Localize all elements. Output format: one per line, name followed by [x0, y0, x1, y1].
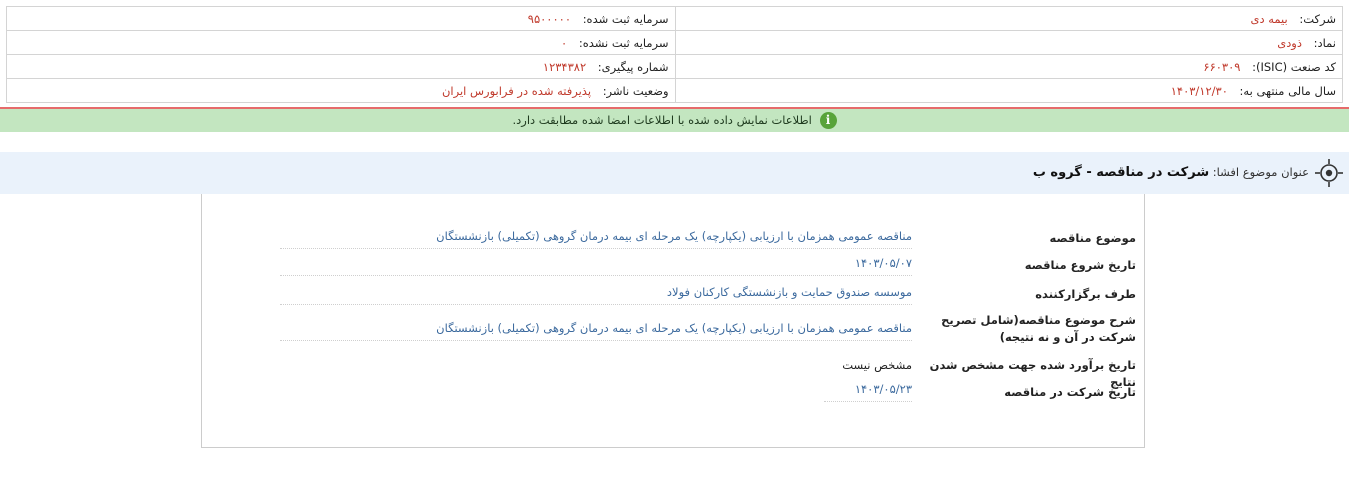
disclosure-title-bar: عنوان موضوع افشا: شرکت در مناقصه - گروه … — [0, 152, 1349, 194]
detail-row-tender-start: تاریخ شروع مناقصه ۱۴۰۳/۰۵/۰۷ — [200, 255, 1144, 276]
detail-row-description: شرح موضوع مناقصه(شامل تصریح شرکت در آن و… — [200, 311, 1144, 347]
results-date-value: مشخص نیست — [842, 358, 912, 372]
fiscal-year-value: ۱۴۰۳/۱۲/۳۰ — [1170, 83, 1228, 98]
tracking-cell: شماره پیگیری: ۱۲۳۴۳۸۲ — [6, 54, 676, 79]
tender-start-label: تاریخ شروع مناقصه — [1024, 258, 1136, 272]
capital-unregistered-cell: سرمایه ثبت نشده: ۰ — [6, 30, 676, 55]
tender-details-panel: موضوع مناقصه مناقصه عمومی همزمان با ارزی… — [201, 194, 1145, 448]
detail-row-tender-subject: موضوع مناقصه مناقصه عمومی همزمان با ارزی… — [200, 228, 1144, 249]
fiscal-year-cell: سال مالی منتهی به: ۱۴۰۳/۱۲/۳۰ — [674, 78, 1344, 103]
target-icon — [1315, 159, 1343, 187]
isic-label: کد صنعت (ISIC): — [1252, 59, 1336, 74]
company-value: بیمه دی — [1250, 11, 1288, 26]
detail-row-organizer: طرف برگزارکننده موسسه صندوق حمایت و بازن… — [200, 284, 1144, 305]
symbol-value: ذودی — [1277, 35, 1302, 50]
capital-registered-label: سرمایه ثبت شده: — [582, 11, 669, 26]
disclosure-title-label: عنوان موضوع افشا: — [1212, 165, 1309, 179]
tender-subject-label: موضوع مناقصه — [1049, 231, 1136, 245]
symbol-cell: نماد: ذودی — [674, 30, 1344, 55]
capital-unregistered-value: ۰ — [561, 35, 568, 50]
tender-start-value: ۱۴۰۳/۰۵/۰۷ — [280, 255, 912, 276]
capital-unregistered-label: سرمایه ثبت نشده: — [578, 35, 669, 50]
tracking-value: ۱۲۳۴۳۸۲ — [542, 59, 587, 74]
fiscal-year-label: سال مالی منتهی به: — [1239, 83, 1336, 98]
tracking-label: شماره پیگیری: — [597, 59, 669, 74]
tender-subject-value: مناقصه عمومی همزمان با ارزیابی (یکپارچه)… — [280, 228, 912, 249]
notice-text: اطلاعات نمایش داده شده با اطلاعات امضا ش… — [512, 113, 812, 127]
publisher-status-label: وضعیت ناشر: — [602, 83, 669, 98]
symbol-label: نماد: — [1313, 35, 1336, 50]
participation-date-label: تاریخ شرکت در مناقصه — [1004, 385, 1136, 399]
organizer-value: موسسه صندوق حمایت و بازنشستگی کارکنان فو… — [280, 284, 912, 305]
verification-notice: i اطلاعات نمایش داده شده با اطلاعات امضا… — [0, 109, 1349, 132]
publisher-status-cell: وضعیت ناشر: پذیرفته شده در فرابورس ایران — [6, 78, 676, 103]
disclosure-title: عنوان موضوع افشا: شرکت در مناقصه - گروه … — [1033, 152, 1309, 193]
isic-value: ۶۶۰۳۰۹ — [1203, 59, 1241, 74]
company-cell: شرکت: بیمه دی — [674, 6, 1344, 31]
capital-registered-value: ۹۵۰۰۰۰۰ — [527, 11, 572, 26]
disclosure-title-value: شرکت در مناقصه - گروه ب — [1032, 165, 1210, 180]
detail-row-participation-date: تاریخ شرکت در مناقصه ۱۴۰۳/۰۵/۲۳ — [200, 381, 1144, 405]
capital-registered-cell: سرمایه ثبت شده: ۹۵۰۰۰۰۰ — [6, 6, 676, 31]
company-label: شرکت: — [1299, 11, 1336, 26]
participation-date-value: ۱۴۰۳/۰۵/۲۳ — [824, 381, 912, 402]
description-value: مناقصه عمومی همزمان با ارزیابی (یکپارچه)… — [280, 320, 912, 341]
company-info-table: شرکت: بیمه دی سرمایه ثبت شده: ۹۵۰۰۰۰۰ نم… — [6, 6, 1344, 103]
detail-row-results-date: تاریخ برآورد شده جهت مشخص شدن نتایج مشخص… — [200, 355, 1144, 389]
isic-cell: کد صنعت (ISIC): ۶۶۰۳۰۹ — [674, 54, 1344, 79]
organizer-label: طرف برگزارکننده — [1035, 287, 1136, 301]
info-icon: i — [819, 112, 837, 129]
description-label: شرح موضوع مناقصه(شامل تصریح شرکت در آن و… — [941, 313, 1136, 344]
publisher-status-value: پذیرفته شده در فرابورس ایران — [441, 83, 592, 98]
